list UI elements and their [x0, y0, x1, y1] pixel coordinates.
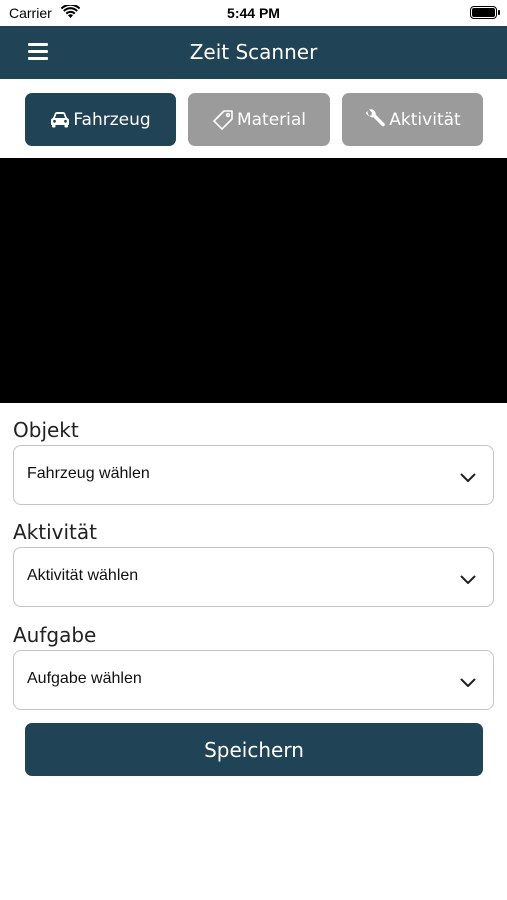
activity-select[interactable]: Aktivität wählen: [13, 547, 494, 607]
object-label: Objekt: [13, 418, 79, 442]
status-bar: Carrier 5:44 PM: [0, 0, 507, 26]
chevron-down-icon: [460, 673, 476, 692]
task-select[interactable]: Aufgabe wählen: [13, 650, 494, 710]
app-title: Zeit Scanner: [189, 40, 318, 64]
battery-icon: [470, 6, 500, 19]
chevron-down-icon: [460, 468, 476, 487]
car-icon: [50, 111, 70, 128]
tab-material[interactable]: Material: [188, 93, 330, 146]
object-select[interactable]: Fahrzeug wählen: [13, 445, 494, 505]
task-label: Aufgabe: [13, 623, 97, 647]
tab-material-label: Material: [236, 109, 307, 130]
tab-fahrzeug[interactable]: Fahrzeug: [25, 93, 176, 146]
tag-icon: [212, 109, 234, 131]
activity-select-value: Aktivität wählen: [27, 567, 139, 584]
app-bar: Zeit Scanner: [0, 26, 507, 79]
tab-fahrzeug-label: Fahrzeug: [73, 109, 151, 130]
category-tabs: Fahrzeug Material Aktivität: [0, 93, 507, 146]
chevron-down-icon: [460, 570, 476, 589]
tab-aktivitaet-label: Aktivität: [389, 109, 461, 130]
save-button[interactable]: Speichern: [25, 723, 483, 776]
activity-label: Aktivität: [13, 520, 97, 544]
camera-preview[interactable]: [0, 158, 507, 403]
wrench-icon: [364, 108, 386, 131]
object-select-value: Fahrzeug wählen: [27, 465, 150, 482]
task-select-value: Aufgabe wählen: [27, 670, 142, 687]
clock-label: 5:44 PM: [227, 5, 280, 21]
tab-aktivitaet[interactable]: Aktivität: [342, 93, 483, 146]
